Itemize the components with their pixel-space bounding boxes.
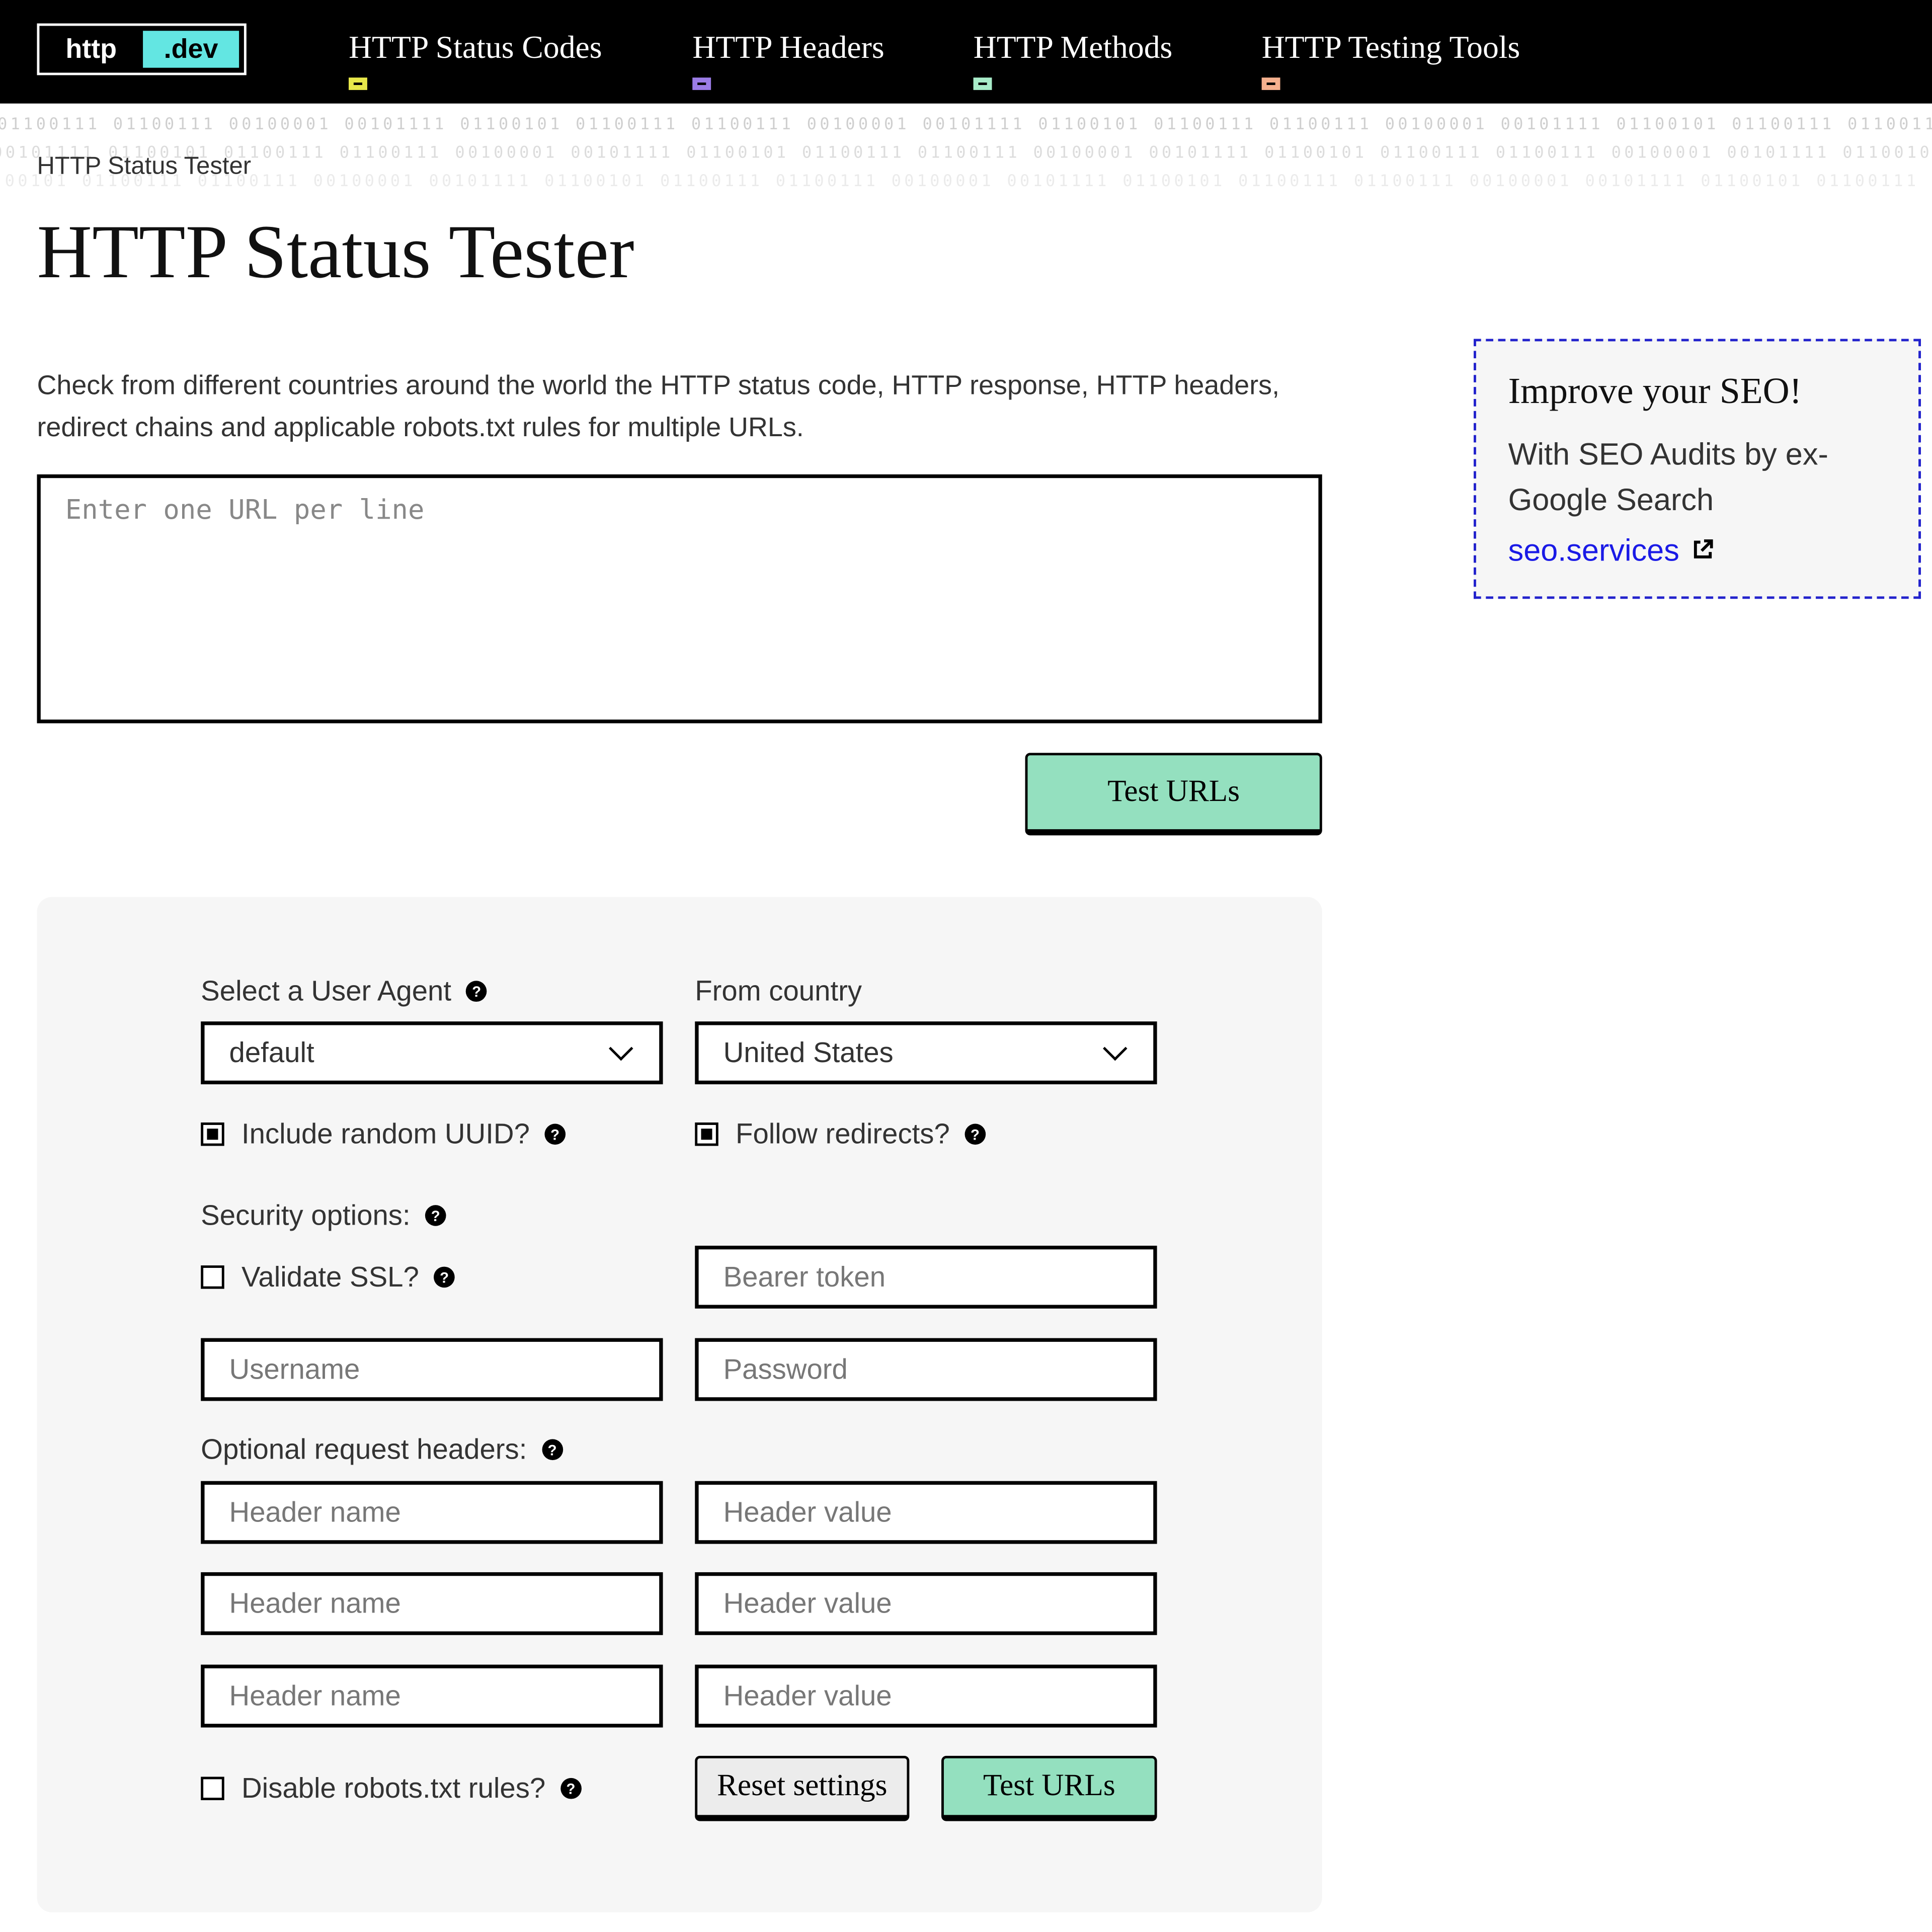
request-headers-label: Optional request headers: ? — [201, 1433, 563, 1466]
user-agent-label-text: Select a User Agent — [201, 975, 452, 1007]
ad-title: Improve your SEO! — [1508, 371, 1802, 412]
disable-robots-option: Disable robots.txt rules? ? — [201, 1772, 582, 1805]
help-icon[interactable]: ? — [466, 981, 488, 1002]
nav-marker-icon — [349, 77, 367, 90]
chevron-down-icon — [1103, 1035, 1128, 1061]
logo-dev: .dev — [143, 31, 239, 68]
binary-row: 00101 01100111 01100111 00100001 0010111… — [5, 172, 1919, 191]
help-icon[interactable]: ? — [544, 1123, 566, 1145]
ad-link-text: seo.services — [1508, 533, 1679, 568]
country-select[interactable]: United States — [695, 1021, 1157, 1085]
top-navigation: http .dev HTTP Status Codes HTTP Headers… — [0, 0, 1932, 104]
help-icon[interactable]: ? — [425, 1205, 446, 1226]
header-name-input[interactable] — [201, 1572, 663, 1635]
header-value-input[interactable] — [695, 1572, 1157, 1635]
user-agent-select[interactable]: default — [201, 1021, 663, 1085]
urls-input[interactable] — [37, 474, 1322, 723]
breadcrumb: HTTP Status Tester — [37, 152, 252, 180]
security-options-text: Security options: — [201, 1198, 411, 1231]
validate-ssl-label: Validate SSL? — [242, 1260, 419, 1293]
request-headers-text: Optional request headers: — [201, 1433, 527, 1465]
validate-ssl-checkbox[interactable] — [201, 1265, 224, 1289]
test-urls-button-bottom[interactable]: Test URLs — [941, 1755, 1157, 1821]
follow-redirects-option: Follow redirects? ? — [695, 1117, 986, 1151]
nav-link-headers[interactable]: HTTP Headers — [692, 29, 884, 90]
page: http .dev HTTP Status Codes HTTP Headers… — [0, 0, 1932, 1932]
ad-description: With SEO Audits by ex-Google Search — [1508, 437, 1828, 518]
nav-link-label: HTTP Testing Tools — [1261, 29, 1520, 65]
nav-link-status-codes[interactable]: HTTP Status Codes — [349, 29, 602, 90]
country-value: United States — [723, 1036, 894, 1069]
nav-link-label: HTTP Methods — [973, 29, 1173, 65]
intro-text: Check from different countries around th… — [37, 369, 1280, 443]
password-input[interactable] — [695, 1338, 1157, 1401]
include-uuid-checkbox[interactable] — [201, 1122, 224, 1146]
header-name-input[interactable] — [201, 1664, 663, 1728]
help-icon[interactable]: ? — [541, 1439, 563, 1461]
reset-settings-button[interactable]: Reset settings — [695, 1755, 910, 1821]
nav-link-methods[interactable]: HTTP Methods — [973, 29, 1173, 90]
nav-marker-icon — [692, 77, 711, 90]
user-agent-label: Select a User Agent ? — [201, 975, 488, 1008]
security-options-label: Security options: ? — [201, 1199, 446, 1232]
header-name-input[interactable] — [201, 1481, 663, 1544]
binary-row: 01100111 01100111 00100001 00101111 0110… — [0, 116, 1932, 134]
bearer-token-input[interactable] — [695, 1245, 1157, 1309]
country-label: From country — [695, 975, 862, 1007]
follow-redirects-label: Follow redirects? — [736, 1117, 950, 1150]
help-icon[interactable]: ? — [434, 1266, 455, 1288]
nav-marker-icon — [973, 77, 992, 90]
header-value-input[interactable] — [695, 1481, 1157, 1544]
help-icon[interactable]: ? — [560, 1778, 582, 1799]
validate-ssl-option: Validate SSL? ? — [201, 1260, 455, 1294]
ad-link[interactable]: seo.services — [1508, 533, 1714, 569]
site-logo[interactable]: http .dev — [37, 23, 247, 75]
binary-banner: 01100111 01100111 00100001 00101111 0110… — [0, 116, 1932, 202]
help-icon[interactable]: ? — [964, 1123, 986, 1145]
include-uuid-label: Include random UUID? — [242, 1117, 530, 1150]
logo-http: http — [65, 33, 117, 64]
nav-link-testing-tools[interactable]: HTTP Testing Tools — [1261, 29, 1520, 90]
follow-redirects-checkbox[interactable] — [695, 1122, 718, 1146]
test-urls-button[interactable]: Test URLs — [1025, 753, 1322, 836]
chevron-down-icon — [609, 1035, 633, 1061]
external-link-icon — [1692, 533, 1714, 569]
username-input[interactable] — [201, 1338, 663, 1401]
disable-robots-checkbox[interactable] — [201, 1777, 224, 1800]
nav-link-label: HTTP Headers — [692, 29, 884, 65]
header-value-input[interactable] — [695, 1664, 1157, 1728]
include-uuid-option: Include random UUID? ? — [201, 1117, 566, 1151]
disable-robots-label: Disable robots.txt rules? — [242, 1772, 546, 1804]
user-agent-value: default — [229, 1036, 314, 1069]
nav-marker-icon — [1261, 77, 1280, 90]
nav-link-label: HTTP Status Codes — [349, 29, 602, 65]
page-title: HTTP Status Tester — [37, 210, 634, 295]
seo-ad-box: Improve your SEO! With SEO Audits by ex-… — [1474, 339, 1921, 599]
binary-row: 00101111 01100101 01100111 01100111 0010… — [0, 144, 1932, 163]
